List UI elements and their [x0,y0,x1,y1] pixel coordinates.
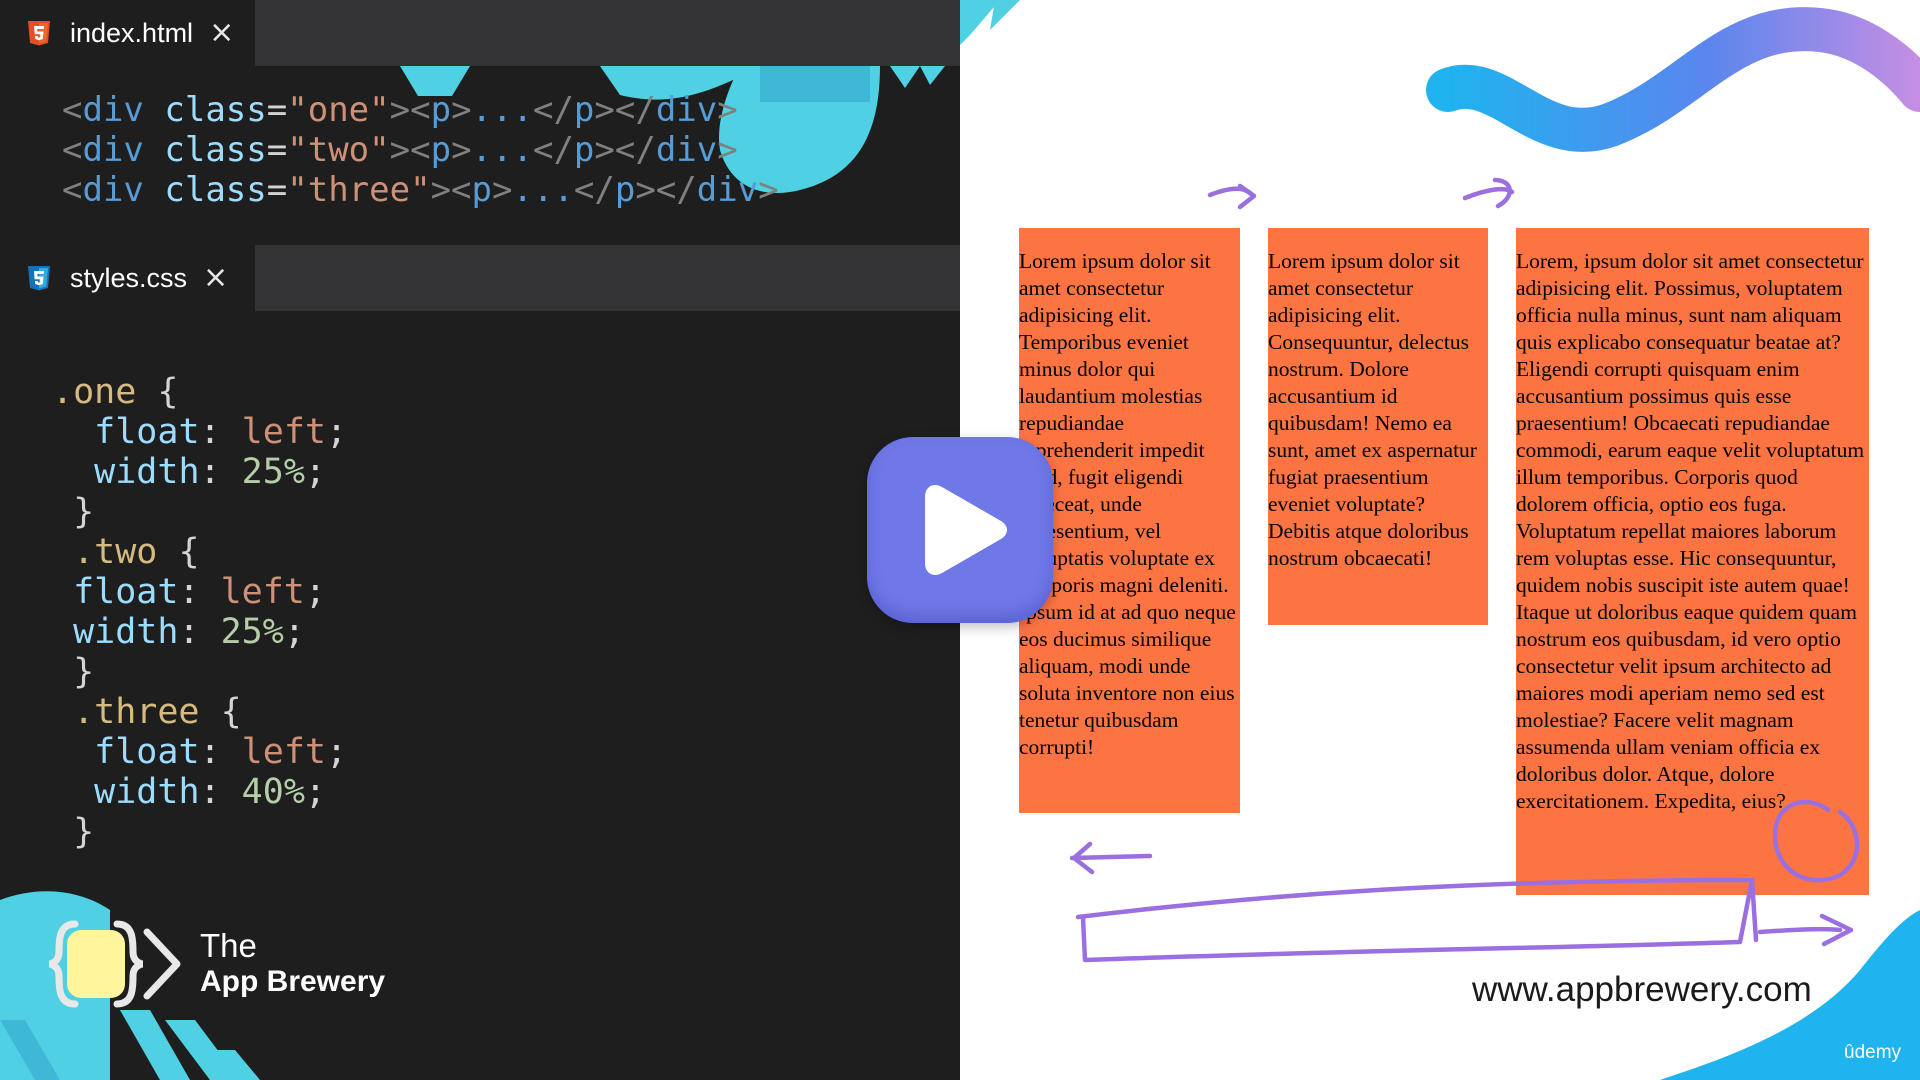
brand-line-2: App Brewery [200,965,386,998]
css-tab-bar: styles.css × [0,245,960,311]
css-rule-three: .three { float: left; width: 40%; } [52,692,348,852]
html5-file-icon [28,21,50,46]
close-icon[interactable]: × [209,18,234,48]
css3-file-icon [28,266,50,291]
tab-index-html[interactable]: index.html × [0,0,255,66]
tab-label: styles.css [70,262,188,293]
website-url: www.appbrewery.com [1472,970,1812,1009]
play-button[interactable] [867,437,1053,623]
brand-line-1: The [200,927,257,964]
html-code-line: <div class="three"><p>...</p></div> [62,170,779,210]
html-code-block: <div class="one"><p>...</p></div> <div c… [62,90,779,210]
close-icon[interactable]: × [203,263,228,293]
app-brewery-brand: The App Brewery [200,928,385,1000]
udemy-watermark: ûdemy [1844,1042,1902,1063]
play-icon [925,485,1007,575]
css-rule-two: .two { float: left; width: 25%; } [52,532,326,692]
html-code-line: <div class="two"><p>...</p></div> [62,130,738,170]
browser-preview-pane: Lorem ipsum dolor sit amet consectetur a… [960,0,1920,1080]
code-editor-pane: index.html × <div class="one"><p>...</p>… [0,0,960,1080]
tab-label: index.html [70,17,194,48]
html-code-line: <div class="one"><p>...</p></div> [62,90,738,130]
css-code-block: .one { float: left; width: 25%; } .two {… [52,372,347,852]
float-box-three: Lorem, ipsum dolor sit amet consectetur … [1516,228,1869,895]
decorative-wave [960,0,1920,152]
html-tab-bar: index.html × [0,0,960,66]
css-rule-one: .one { float: left; width: 25%; } [52,372,348,532]
float-box-two: Lorem ipsum dolor sit amet consectetur a… [1268,228,1488,625]
tab-styles-css[interactable]: styles.css × [0,245,255,311]
app-brewery-logo [48,920,181,1008]
